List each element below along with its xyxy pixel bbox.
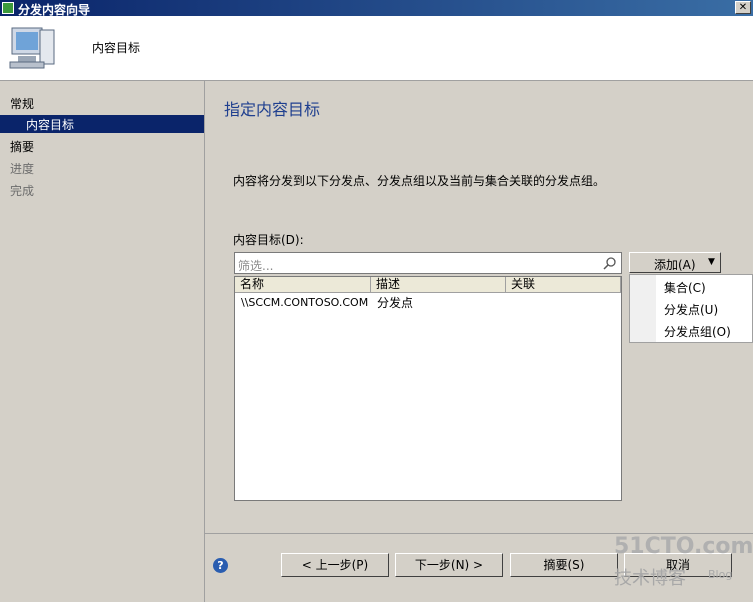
- row-description: 分发点: [377, 296, 414, 310]
- menu-item-distribution-point[interactable]: 分发点(U): [664, 301, 718, 318]
- nav-completion: 完成: [10, 184, 35, 198]
- menu-item-collection[interactable]: 集合(C): [664, 279, 706, 296]
- wizard-icon: [2, 2, 14, 14]
- nav-progress: 进度: [10, 162, 35, 176]
- nav-summary[interactable]: 摘要: [10, 138, 34, 155]
- column-header-description[interactable]: 描述: [371, 277, 506, 293]
- menu-gutter: [630, 275, 656, 342]
- watermark-blog: Blog: [708, 568, 733, 581]
- nav-content-destination-label: 内容目标: [26, 118, 75, 132]
- page-description: 内容将分发到以下分发点、分发点组以及当前与集合关联的分发点组。: [233, 174, 606, 188]
- wizard-nav: 常规 内容目标 摘要 进度 完成: [0, 81, 205, 602]
- list-label: 内容目标(D):: [233, 233, 304, 247]
- title-bar: 分发内容向导 ✕: [0, 0, 753, 17]
- nav-content-destination[interactable]: 内容目标: [0, 115, 204, 133]
- watermark-logo: 51CTO.com: [614, 534, 753, 559]
- wizard-header: 内容目标: [0, 16, 753, 81]
- summary-button[interactable]: 摘要(S): [510, 553, 618, 577]
- column-header-name[interactable]: 名称: [235, 277, 371, 293]
- computer-icon: [9, 27, 55, 69]
- dropdown-arrow-icon: ▼: [708, 257, 715, 267]
- filter-placeholder: 筛选...: [238, 259, 274, 273]
- add-menu: 集合(C) 分发点(U) 分发点组(O): [629, 274, 753, 343]
- menu-item-distribution-point-group[interactable]: 分发点组(O): [664, 323, 731, 340]
- watermark-subtitle: 技术博客: [614, 568, 686, 589]
- destination-list[interactable]: 名称 描述 关联 \\SCCM.CONTOSO.COM 分发点: [234, 276, 622, 501]
- row-name: \\SCCM.CONTOSO.COM: [241, 296, 369, 309]
- filter-input[interactable]: 筛选...: [234, 252, 622, 274]
- previous-button[interactable]: < 上一步(P): [281, 553, 389, 577]
- add-button[interactable]: 添加(A) ▼: [629, 252, 721, 273]
- help-icon[interactable]: ?: [213, 558, 228, 573]
- close-button[interactable]: ✕: [735, 1, 751, 14]
- next-button[interactable]: 下一步(N) >: [395, 553, 503, 577]
- column-header-association[interactable]: 关联: [506, 277, 621, 293]
- search-icon[interactable]: [603, 256, 617, 270]
- header-title: 内容目标: [92, 41, 141, 55]
- nav-general[interactable]: 常规: [10, 95, 34, 112]
- page-title: 指定内容目标: [224, 100, 321, 119]
- add-button-label: 添加(A): [654, 258, 696, 272]
